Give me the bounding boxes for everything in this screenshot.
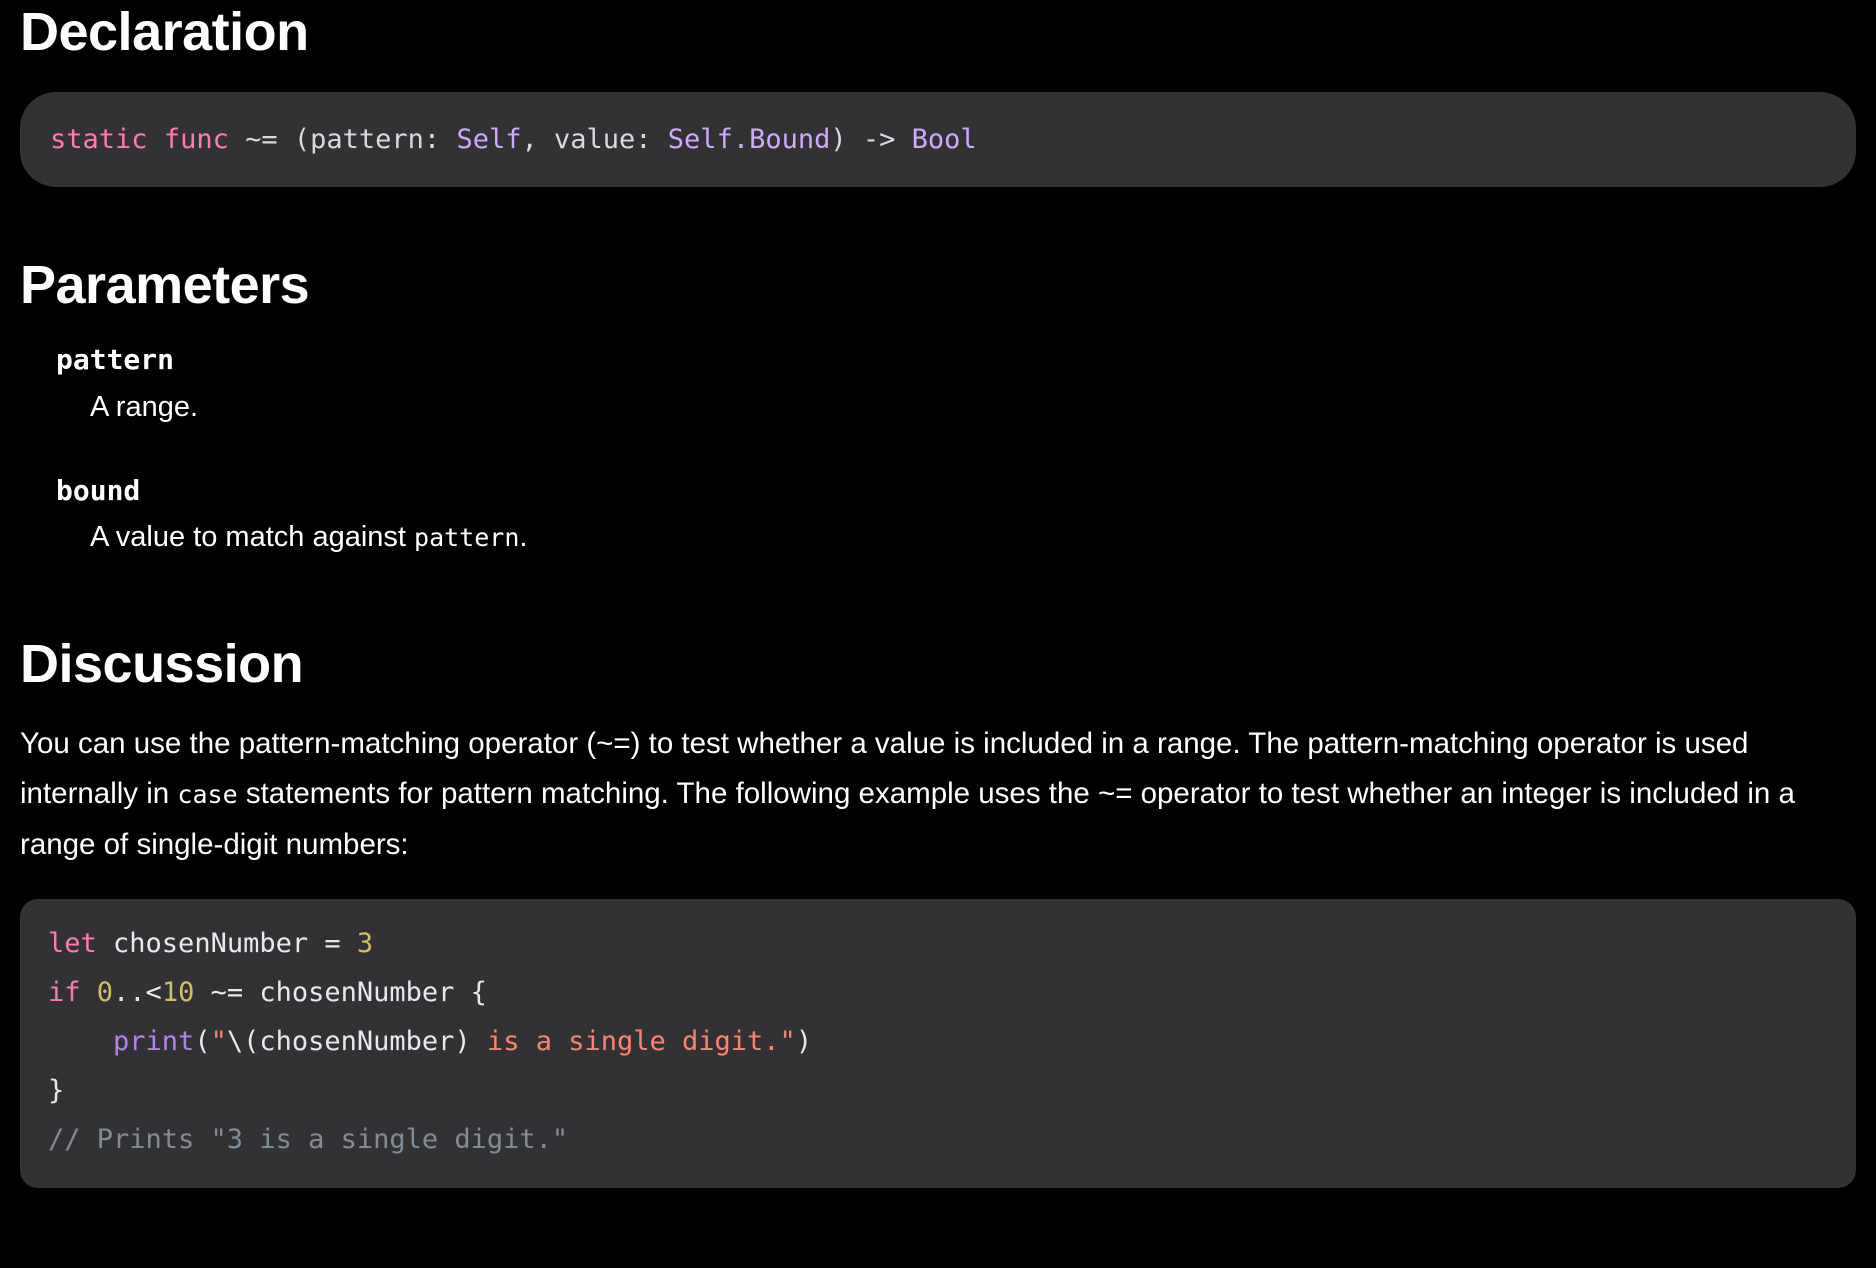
declaration-heading: Declaration xyxy=(20,2,309,62)
parameter-name-bound: bound xyxy=(56,473,141,507)
type-bool: Bool xyxy=(911,123,977,155)
inline-code-case: case xyxy=(177,779,238,809)
space-2 xyxy=(229,124,245,155)
close-paren: ) xyxy=(830,123,863,155)
range-upper-bound: 10 xyxy=(161,977,195,1009)
parameter-description-pattern: A range. xyxy=(56,389,1856,427)
keyword-func: func xyxy=(163,123,229,155)
type-self: Self xyxy=(456,123,522,155)
parameter-entry-pattern: pattern A range. xyxy=(56,343,1856,426)
discussion-heading: Discussion xyxy=(20,633,304,694)
parameter-description-bound: A value to match against pattern. xyxy=(56,519,1856,557)
discussion-paragraph: You can use the pattern-matching operato… xyxy=(20,719,1856,870)
keyword-let: let xyxy=(48,928,97,960)
parameter-description-text: A value to match against xyxy=(90,521,415,554)
parameters-heading: Parameters xyxy=(20,254,310,315)
string-literal: is a single digit. xyxy=(470,1026,780,1058)
closing-brace: } xyxy=(48,1075,65,1107)
call-close-paren: ) xyxy=(795,1026,813,1058)
number-three: 3 xyxy=(356,928,374,960)
param-label-value: value: xyxy=(554,123,668,155)
comma-token: , xyxy=(521,123,554,155)
discussion-text-part2: statements for pattern matching. The fol… xyxy=(20,776,1795,861)
parameter-name-pattern: pattern xyxy=(56,343,175,377)
inline-code-pattern: pattern xyxy=(414,523,520,553)
call-open-paren: ( xyxy=(194,1026,211,1058)
return-arrow: -> xyxy=(862,123,912,155)
string-quote-open: " xyxy=(210,1026,227,1058)
identifier-chosennumber: chosenNumber = xyxy=(96,928,357,960)
declaration-code-block: static func ~= (pattern: Self, value: Se… xyxy=(20,91,1856,187)
parameter-description-tail: . xyxy=(519,521,528,554)
range-lower-bound: 0 xyxy=(80,977,114,1009)
parameter-description-text: A range. xyxy=(90,390,199,423)
keyword-if: if xyxy=(48,977,81,1009)
parameters-list: pattern A range. bound A value to match … xyxy=(20,343,1856,557)
parameter-entry-bound: bound A value to match against pattern. xyxy=(56,474,1856,557)
param-label-pattern: pattern: xyxy=(310,123,457,155)
function-print: print xyxy=(113,1026,195,1058)
example-code-block: let chosenNumber = 3 if 0..<10 ~= chosen… xyxy=(20,899,1856,1189)
keyword-static: static xyxy=(50,123,148,155)
range-operator: ..< xyxy=(113,977,162,1009)
space-1 xyxy=(148,124,164,155)
code-comment: // Prints "3 is a single digit." xyxy=(48,1124,569,1156)
operator-token: ~= xyxy=(245,123,278,155)
string-interpolation: \(chosenNumber) xyxy=(226,1026,471,1058)
pattern-match-expression: ~= chosenNumber { xyxy=(194,977,487,1009)
documentation-page: Declaration static func ~= (pattern: Sel… xyxy=(0,0,1876,1268)
string-quote-close: " xyxy=(779,1026,796,1058)
open-paren: ( xyxy=(277,123,311,155)
type-self-bound: Self.Bound xyxy=(667,123,831,155)
